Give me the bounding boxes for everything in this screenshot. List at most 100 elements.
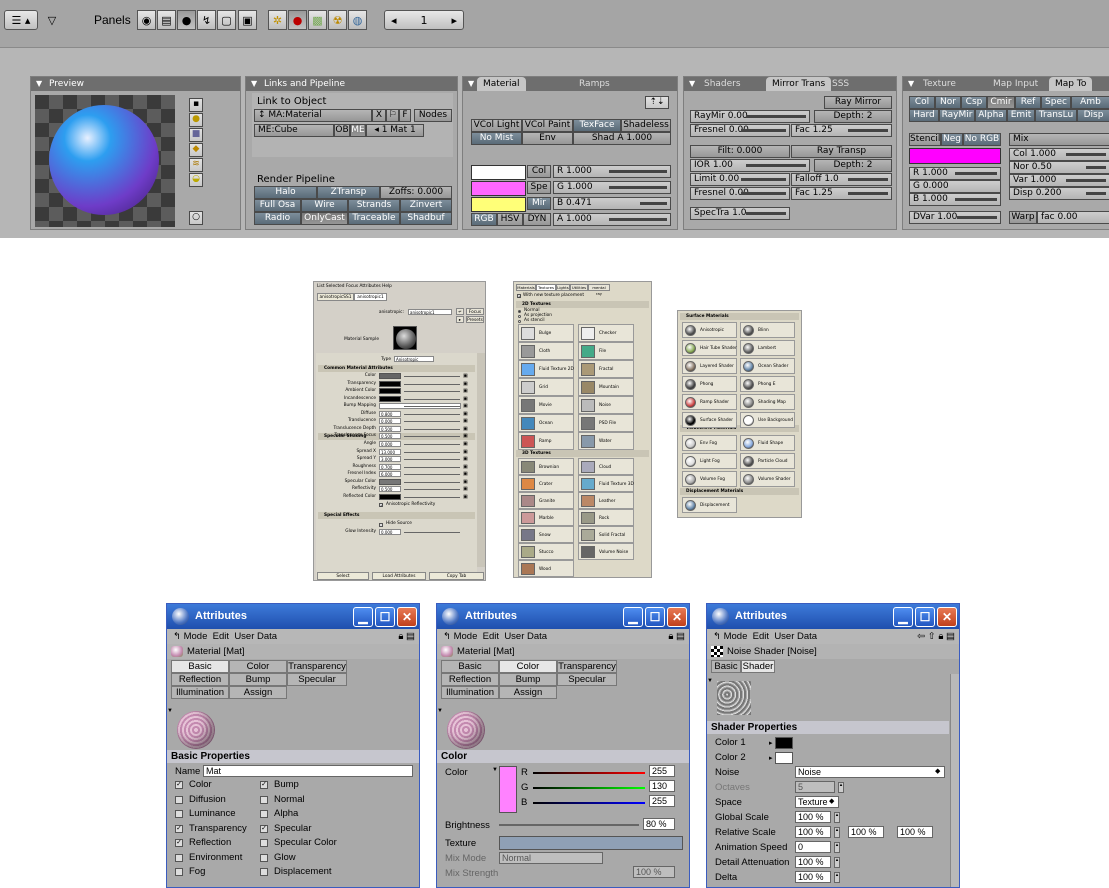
- material-particle-cloud[interactable]: Particle Cloud: [740, 453, 795, 469]
- common-slider-translucence[interactable]: [404, 421, 460, 422]
- common-field-translucence[interactable]: 0.000: [379, 418, 401, 424]
- texture-crater[interactable]: Crater: [518, 475, 574, 492]
- spec-swatch-reflected-color[interactable]: [379, 493, 401, 500]
- displacement-materials-header[interactable]: Displacement Materials: [680, 488, 799, 495]
- common-map-icon[interactable]: ▣: [463, 388, 468, 394]
- blend-mode-menu[interactable]: Mix: [1009, 133, 1109, 146]
- material-index[interactable]: ◂ 1 Mat 1: [366, 124, 424, 137]
- common-map-icon[interactable]: ▣: [463, 396, 468, 402]
- stepper-icon[interactable]: ▴: [834, 857, 840, 868]
- tab-texture[interactable]: Texture: [917, 77, 962, 91]
- common-map-icon[interactable]: ▣: [463, 373, 468, 379]
- mapto-raymir-button[interactable]: RayMir: [939, 109, 975, 122]
- preview-refresh-icon[interactable]: ○: [189, 211, 203, 225]
- special-effects-section-header[interactable]: Special Effects: [318, 512, 475, 519]
- panel-header[interactable]: ▼ Texture Map Input Map To: [903, 77, 1109, 91]
- mapto-alpha-button[interactable]: Alpha: [975, 109, 1007, 122]
- checkbox-glow[interactable]: [260, 853, 268, 862]
- common-slider-color[interactable]: [404, 376, 460, 377]
- tab-shaders[interactable]: Shaders: [698, 77, 747, 91]
- ztransp-button[interactable]: ZTransp: [317, 186, 380, 199]
- material-surface-shader[interactable]: Surface Shader: [682, 412, 737, 428]
- depth-field-2[interactable]: Depth: 2: [814, 159, 892, 172]
- panel-header[interactable]: ▼ Material Ramps: [463, 77, 677, 91]
- b-field[interactable]: 255: [649, 795, 675, 807]
- stepper-icon[interactable]: ▴: [834, 872, 840, 883]
- tab-textures[interactable]: Textures: [536, 284, 556, 291]
- spec-field-spread-x[interactable]: 13.000: [379, 448, 401, 455]
- tab-shader[interactable]: Shader: [741, 660, 775, 673]
- relative-scale-z-field[interactable]: 100 %: [897, 826, 933, 838]
- dyn-button[interactable]: DYN: [523, 213, 551, 226]
- tab-map-input[interactable]: Map Input: [987, 77, 1044, 91]
- material-env-fog[interactable]: Env Fog: [682, 435, 737, 451]
- preview-toggle-icon[interactable]: ▼: [437, 708, 447, 714]
- vcol-paint-button[interactable]: VCol Paint: [522, 119, 573, 132]
- spec-map-icon[interactable]: ▣: [463, 471, 468, 477]
- script-icon[interactable]: ▤: [157, 10, 176, 30]
- type-dropdown[interactable]: Anisotropic: [394, 356, 434, 362]
- warp-button[interactable]: Warp: [1009, 211, 1037, 224]
- prop-field-delta[interactable]: 100 %: [795, 871, 831, 883]
- spe-swatch[interactable]: [471, 181, 526, 196]
- with-new-placement-checkbox[interactable]: ✓: [517, 294, 521, 299]
- spec-field-angle[interactable]: 0.000: [379, 441, 401, 447]
- color1-swatch[interactable]: [775, 737, 793, 749]
- mix-mode-dropdown[interactable]: Normal: [499, 852, 603, 864]
- texture-fractal[interactable]: Fractal: [578, 360, 634, 378]
- common-map-icon[interactable]: ▣: [463, 418, 468, 424]
- tab-basic[interactable]: Basic: [711, 660, 741, 673]
- texture-cloud[interactable]: Cloud: [578, 458, 634, 475]
- prop-field-relative-scale[interactable]: 100 %: [795, 826, 831, 838]
- checkbox-bump[interactable]: ✓: [260, 781, 268, 789]
- radio-as-stencil[interactable]: [518, 320, 521, 323]
- tab-map-to[interactable]: Map To: [1049, 77, 1093, 91]
- fresnel-slider-2[interactable]: Fresnel 0.00: [690, 187, 790, 200]
- common-slider-ambient-color[interactable]: [404, 391, 460, 392]
- material-phong[interactable]: Phong: [682, 376, 737, 392]
- texture-brownian[interactable]: Brownian: [518, 458, 574, 475]
- common-swatch-transparency[interactable]: [379, 380, 401, 387]
- material-use-background[interactable]: Use Background: [740, 412, 795, 428]
- maximize-button[interactable]: ☐: [645, 607, 665, 627]
- texture-marble[interactable]: Marble: [518, 509, 574, 526]
- common-map-icon[interactable]: ▣: [463, 381, 468, 387]
- texture-bulge[interactable]: Bulge: [518, 324, 574, 342]
- menu-edit[interactable]: Edit: [483, 631, 499, 642]
- tab-illumination[interactable]: Illumination: [441, 686, 499, 699]
- me-toggle[interactable]: ME: [350, 124, 366, 137]
- full-osa-button[interactable]: Full Osa: [254, 199, 301, 212]
- mapto-spec-button[interactable]: Spec: [1041, 96, 1071, 109]
- minimize-button[interactable]: ▁: [623, 607, 643, 627]
- prop-field-global-scale[interactable]: 100 %: [795, 811, 831, 823]
- checkbox-environment[interactable]: [175, 853, 183, 862]
- anisotropic-name-field[interactable]: anisotropic1: [408, 309, 452, 315]
- frame-counter[interactable]: ◂ 1 ▸: [384, 10, 464, 30]
- common-swatch-ambient-color[interactable]: [379, 388, 401, 394]
- checkbox-specular[interactable]: ✓: [260, 824, 268, 833]
- spec-field-roughness[interactable]: 0.700: [379, 463, 401, 470]
- panel-header[interactable]: ▼ Links and Pipeline: [246, 77, 457, 91]
- radio-as-projection[interactable]: [518, 315, 521, 318]
- traceable-button[interactable]: Traceable: [348, 212, 400, 225]
- b-slider[interactable]: B 0.471: [553, 197, 671, 210]
- material-lambert[interactable]: Lambert: [740, 340, 795, 356]
- checkbox-displacement[interactable]: [260, 868, 268, 876]
- tex-b-slider[interactable]: B 1.000: [909, 193, 1001, 206]
- focus-button[interactable]: Focus: [466, 308, 484, 315]
- spe-button[interactable]: Spe: [527, 181, 551, 194]
- tab-transparency[interactable]: Transparency: [557, 660, 617, 673]
- material-shading-map[interactable]: Shading Map: [740, 394, 795, 410]
- select-node-icon[interactable]: ↵: [456, 308, 464, 315]
- texture-noise[interactable]: Noise: [578, 396, 634, 414]
- material-light-fog[interactable]: Light Fog: [682, 453, 737, 469]
- rgb-button[interactable]: RGB: [471, 213, 497, 226]
- close-button[interactable]: ✕: [937, 607, 957, 627]
- spec-slider-spread-x[interactable]: [404, 451, 460, 453]
- col-factor-slider[interactable]: Col 1.000: [1009, 148, 1109, 161]
- texture-volume-noise[interactable]: Volume Noise: [578, 543, 634, 560]
- shadeless-button[interactable]: Shadeless: [621, 119, 671, 132]
- spec-slider-roughness[interactable]: [404, 466, 460, 468]
- spec-slider-specular-color[interactable]: [404, 481, 460, 483]
- spec-slider-spread-y[interactable]: [404, 459, 460, 460]
